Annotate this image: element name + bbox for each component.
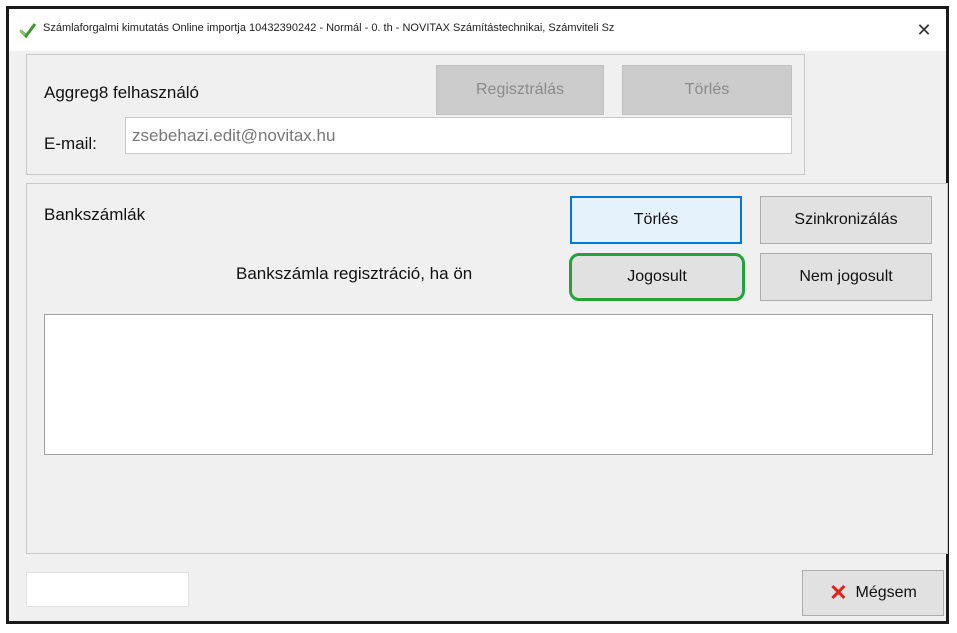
register-button[interactable]: Regisztrálás bbox=[436, 65, 604, 115]
x-icon: ✕ bbox=[829, 580, 848, 605]
cancel-label: Mégsem bbox=[855, 584, 917, 601]
bank-delete-button[interactable]: Törlés bbox=[570, 196, 742, 244]
title-bar: Számlaforgalmi kimutatás Online importja… bbox=[9, 9, 946, 51]
bank-accounts-list[interactable] bbox=[44, 314, 933, 455]
email-label: E-mail: bbox=[44, 134, 97, 153]
checkmark-icon bbox=[19, 21, 37, 39]
registration-text: Bankszámla regisztráció, ha ön bbox=[236, 264, 473, 283]
not-entitled-button[interactable]: Nem jogosult bbox=[760, 253, 932, 301]
close-button[interactable]: ✕ bbox=[902, 9, 946, 51]
sync-button[interactable]: Szinkronizálás bbox=[760, 196, 932, 244]
aggregator-user-label: Aggreg8 felhasználó bbox=[44, 83, 200, 102]
bank-accounts-group: Bankszámlák Törlés Szinkronizálás Banksz… bbox=[26, 183, 948, 554]
aggregator-delete-button[interactable]: Törlés bbox=[622, 65, 792, 115]
window-title: Számlaforgalmi kimutatás Online importja… bbox=[43, 22, 615, 34]
email-field[interactable]: zsebehazi.edit@novitax.hu bbox=[125, 117, 792, 154]
aggregator-group: Aggreg8 felhasználó Regisztrálás Törlés … bbox=[26, 54, 805, 175]
cancel-button[interactable]: ✕ Mégsem bbox=[802, 570, 944, 616]
entitled-button[interactable]: Jogosult bbox=[569, 253, 745, 301]
status-field bbox=[26, 572, 189, 607]
dialog-window: Számlaforgalmi kimutatás Online importja… bbox=[6, 6, 949, 624]
bank-accounts-label: Bankszámlák bbox=[44, 205, 146, 224]
